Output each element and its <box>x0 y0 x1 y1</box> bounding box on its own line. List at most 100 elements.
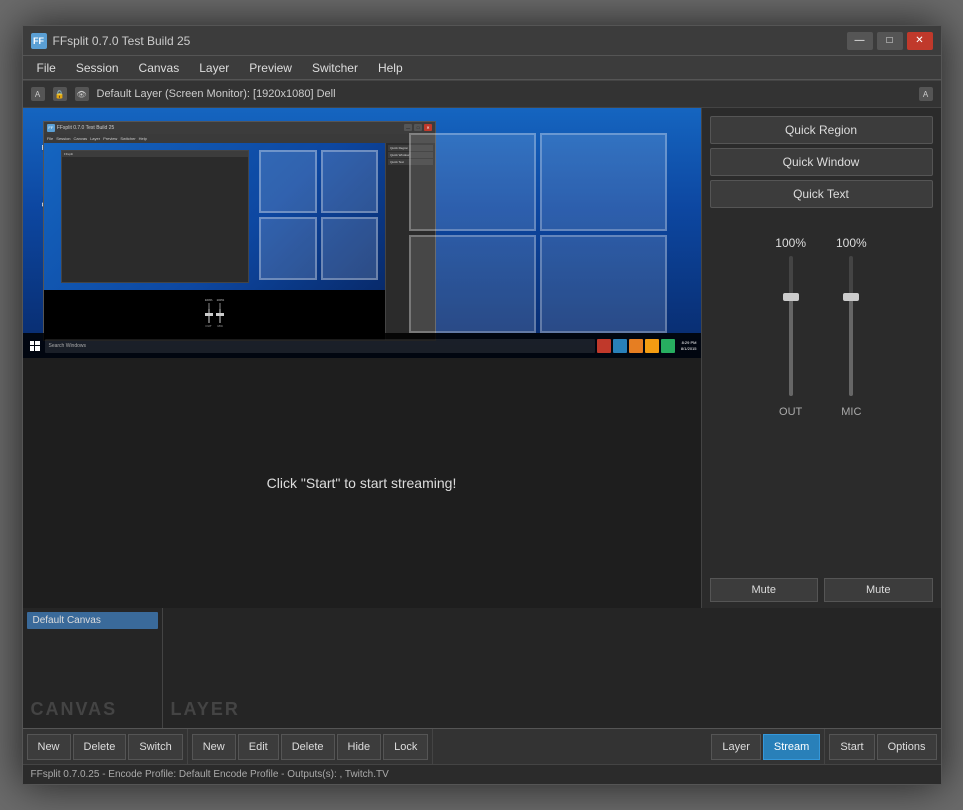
layer-ai-icon: A <box>31 87 45 101</box>
main-content: 🗑 Recycle Bin 🌐 Google Chrome <box>23 108 941 784</box>
maximize-button[interactable]: □ <box>877 32 903 50</box>
nested-menubar: File Session Canvas Layer Preview Switch… <box>44 134 435 143</box>
quick-text-button[interactable]: Quick Text <box>710 180 933 208</box>
layer-label-button[interactable]: Layer <box>711 734 761 760</box>
win10-desktop: 🗑 Recycle Bin 🌐 Google Chrome <box>23 108 701 358</box>
layer-info-bar: A 🔒 👁 Default Layer (Screen Monitor): [1… <box>23 80 941 108</box>
minimize-button[interactable]: — <box>847 32 873 50</box>
layer-toolbar-section: New Edit Delete Hide Lock <box>188 729 434 764</box>
default-canvas-item[interactable]: Default Canvas <box>27 612 158 629</box>
nested-audio-area: 100% OUT <box>44 290 385 335</box>
taskbar-icon-1 <box>597 339 611 353</box>
win10-search-box[interactable]: Search Windows <box>45 339 595 353</box>
layer-section-label: LAYER <box>171 699 240 720</box>
mic-slider-group: 100% MIC <box>836 236 867 418</box>
start-button[interactable]: Start <box>829 734 874 760</box>
layer-delete-button[interactable]: Delete <box>281 734 335 760</box>
bottom-toolbar: New Delete Switch New Edit Delete Hide L… <box>23 728 941 764</box>
nested-ffsplit-window: FF FFsplit 0.7.0 Test Build 25 — □ ✕ <box>43 121 436 341</box>
close-button[interactable]: ✕ <box>907 32 933 50</box>
menu-canvas[interactable]: Canvas <box>131 59 188 77</box>
app-icon: FF <box>31 33 47 49</box>
layer-edit-button[interactable]: Edit <box>238 734 279 760</box>
mic-slider-thumb[interactable] <box>843 293 859 301</box>
mute-out-button[interactable]: Mute <box>710 578 819 602</box>
status-text: FFsplit 0.7.0.25 - Encode Profile: Defau… <box>31 769 389 780</box>
right-panel: Quick Region Quick Window Quick Text 100… <box>701 108 941 608</box>
audio-sliders-section: 100% OUT 100% <box>702 216 941 572</box>
canvas-switch-button[interactable]: Switch <box>128 734 182 760</box>
quick-window-button[interactable]: Quick Window <box>710 148 933 176</box>
desktop-preview: 🗑 Recycle Bin 🌐 Google Chrome <box>23 108 701 358</box>
title-bar: FF FFsplit 0.7.0 Test Build 25 — □ ✕ <box>23 26 941 56</box>
mic-slider-fill <box>849 298 853 396</box>
canvas-section: Default Canvas CANVAS <box>23 608 163 728</box>
preview-window: 🗑 Recycle Bin 🌐 Google Chrome <box>23 108 701 358</box>
canvas-layer-area: Default Canvas CANVAS LAYER <box>23 608 941 728</box>
preview-and-controls: 🗑 Recycle Bin 🌐 Google Chrome <box>23 108 941 608</box>
layer-a-right-icon: A <box>919 87 933 101</box>
win10-logo-large <box>409 133 667 333</box>
nested-titlebar: FF FFsplit 0.7.0 Test Build 25 — □ ✕ <box>44 122 435 134</box>
layer-lock-button[interactable]: Lock <box>383 734 428 760</box>
win10-clock: 8:29 PM 8/1/2015 <box>681 340 697 351</box>
nested-max: □ <box>414 124 422 131</box>
win10-taskbar: Search Windows 8:29 <box>23 333 701 358</box>
layer-info-text: Default Layer (Screen Monitor): [1920x10… <box>97 88 911 100</box>
taskbar-icon-4 <box>645 339 659 353</box>
canvas-section-label: CANVAS <box>31 699 118 720</box>
nested-win10-logo <box>259 150 378 280</box>
out-slider-fill <box>789 298 793 396</box>
stream-area: Click "Start" to start streaming! <box>23 358 701 608</box>
menu-switcher[interactable]: Switcher <box>304 59 366 77</box>
mute-buttons-row: Mute Mute <box>702 572 941 608</box>
menu-preview[interactable]: Preview <box>241 59 300 77</box>
mic-percent: 100% <box>836 236 867 250</box>
options-button[interactable]: Options <box>877 734 937 760</box>
audio-panel: 100% OUT 100% <box>702 216 941 608</box>
app-window: FF FFsplit 0.7.0 Test Build 25 — □ ✕ Fil… <box>22 25 942 785</box>
menu-help[interactable]: Help <box>370 59 411 77</box>
nested-screen: FFsplit <box>44 143 385 291</box>
canvas-new-button[interactable]: New <box>27 734 71 760</box>
window-title: FFsplit 0.7.0 Test Build 25 <box>53 34 191 48</box>
layer-new-button[interactable]: New <box>192 734 236 760</box>
layer-eye-icon: 👁 <box>75 87 89 101</box>
layer-hide-button[interactable]: Hide <box>337 734 382 760</box>
sliders-container: 100% OUT 100% <box>775 236 866 418</box>
quick-buttons-panel: Quick Region Quick Window Quick Text <box>702 108 941 216</box>
title-bar-left: FF FFsplit 0.7.0 Test Build 25 <box>31 33 191 49</box>
title-bar-controls: — □ ✕ <box>847 32 933 50</box>
mute-mic-button[interactable]: Mute <box>824 578 933 602</box>
nested-min: — <box>404 124 412 131</box>
start-options-section: Start Options <box>825 734 940 760</box>
taskbar-icon-5 <box>661 339 675 353</box>
win10-search-text: Search Windows <box>49 343 87 349</box>
nested-title-text: FFsplit 0.7.0 Test Build 25 <box>57 125 114 131</box>
win10-taskbar-icons <box>597 339 675 353</box>
canvas-delete-button[interactable]: Delete <box>73 734 127 760</box>
out-slider-thumb[interactable] <box>783 293 799 301</box>
out-slider-track[interactable] <box>789 256 793 396</box>
right-toolbar-section: Layer Stream <box>707 729 825 764</box>
menu-session[interactable]: Session <box>68 59 127 77</box>
nested-controls: — □ ✕ <box>404 124 432 131</box>
nested-close: ✕ <box>424 124 432 131</box>
win10-start-button[interactable] <box>27 338 43 354</box>
layer-lock-icon: 🔒 <box>53 87 67 101</box>
quick-region-button[interactable]: Quick Region <box>710 116 933 144</box>
taskbar-icon-3 <box>629 339 643 353</box>
deep-nested-window: FFsplit <box>61 150 249 283</box>
preview-main: 🗑 Recycle Bin 🌐 Google Chrome <box>23 108 701 608</box>
mic-slider-label: MIC <box>841 406 861 418</box>
menu-bar: File Session Canvas Layer Preview Switch… <box>23 56 941 80</box>
canvas-toolbar-section: New Delete Switch <box>23 729 188 764</box>
mic-slider-track[interactable] <box>849 256 853 396</box>
taskbar-icon-2 <box>613 339 627 353</box>
nested-main: FFsplit <box>44 143 435 340</box>
status-bar: FFsplit 0.7.0.25 - Encode Profile: Defau… <box>23 764 941 784</box>
nested-preview: FFsplit <box>44 143 385 340</box>
menu-layer[interactable]: Layer <box>191 59 237 77</box>
menu-file[interactable]: File <box>29 59 64 77</box>
stream-button[interactable]: Stream <box>763 734 820 760</box>
